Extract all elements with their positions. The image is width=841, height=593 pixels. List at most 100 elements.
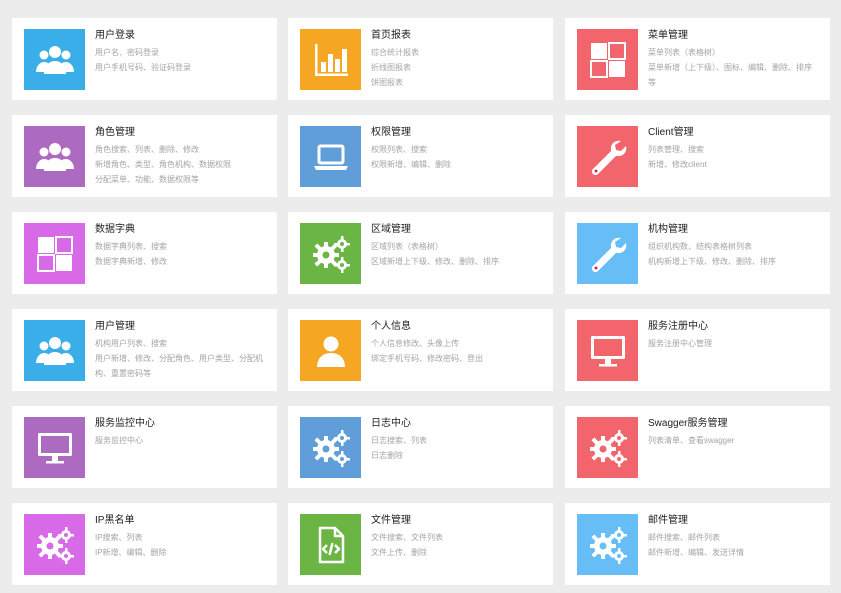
module-card[interactable]: 个人信息个人信息修改、头像上传绑定手机号码、修改密码、登出 bbox=[288, 309, 553, 391]
description-line: 日志搜索、列表 bbox=[371, 436, 427, 445]
description-line: 列表清单、查看swagger bbox=[648, 436, 735, 445]
module-description: 列表管理、搜索 新增、修改client bbox=[648, 142, 818, 172]
description-line: 个人信息修改、头像上传 bbox=[371, 339, 459, 348]
monitor-icon bbox=[577, 320, 638, 381]
module-title: 服务监控中心 bbox=[95, 418, 155, 429]
module-description: 综合统计报表 折线图报表饼图报表 bbox=[371, 45, 541, 90]
gears-icon bbox=[300, 417, 361, 478]
module-title: 数据字典 bbox=[95, 224, 135, 235]
gears-icon bbox=[24, 514, 85, 575]
description-line: IP搜索、列表 bbox=[95, 533, 143, 542]
module-description: 组织机构数、结构表格树列表机构新增上下级、修改、删除、排序 bbox=[648, 239, 818, 269]
description-line: 列表管理、搜索 bbox=[648, 145, 704, 154]
module-card[interactable]: Swagger服务管理 列表清单、查看swagger bbox=[565, 406, 830, 488]
module-card[interactable]: IP黑名单 IP搜索、列表 IP新增、编辑、删除 bbox=[12, 503, 277, 585]
grid-icon bbox=[577, 29, 638, 90]
module-description: 数据字典列表、搜索 数据字典新增、修改 bbox=[95, 239, 265, 269]
module-grid: 用户登录 用户名、密码登录 用户手机号码、验证码登录 首页报表 综合统计报表 折线图报表饼… bbox=[0, 0, 841, 593]
module-description: 服务注册中心管理 bbox=[648, 336, 818, 351]
module-title: 个人信息 bbox=[371, 321, 411, 332]
module-description: 用户名、密码登录用户手机号码、验证码登录 bbox=[95, 45, 265, 75]
module-card[interactable]: 区域管理 区域列表（表格树） 区域新增上下级、修改、删除、排序 bbox=[288, 212, 553, 294]
description-line: 菜单新增（上下级）、图标、编辑、删除、排序等 bbox=[648, 63, 812, 87]
description-line: 新增、修改client bbox=[648, 160, 707, 169]
module-description: IP搜索、列表 IP新增、编辑、删除 bbox=[95, 530, 265, 560]
description-line: 数据字典新增、修改 bbox=[95, 257, 167, 266]
monitor-icon bbox=[24, 417, 85, 478]
module-card[interactable]: 首页报表综合统计报表 折线图报表饼图报表 bbox=[288, 18, 553, 100]
description-line: 邮件新增、编辑、发送详情 bbox=[648, 548, 744, 557]
description-line: 绑定手机号码、修改密码、登出 bbox=[371, 354, 483, 363]
module-description: 邮件搜索、邮件列表邮件新增、编辑、发送详情 bbox=[648, 530, 818, 560]
module-title: 区域管理 bbox=[371, 224, 411, 235]
description-line: 角色搜索、列表、删除、修改 bbox=[95, 145, 199, 154]
description-line: 邮件搜索、邮件列表 bbox=[648, 533, 720, 542]
module-description: 权限列表、搜索权限新增、编辑、删除 bbox=[371, 142, 541, 172]
description-line: 饼图报表 bbox=[371, 78, 403, 87]
laptop-icon bbox=[300, 126, 361, 187]
description-line: 文件上传、删除 bbox=[371, 548, 427, 557]
module-card[interactable]: 文件管理文件搜索、文件列表 文件上传、删除 bbox=[288, 503, 553, 585]
module-title: 首页报表 bbox=[371, 30, 411, 41]
module-title: 角色管理 bbox=[95, 127, 135, 138]
gears-icon bbox=[300, 223, 361, 284]
users-icon bbox=[24, 126, 85, 187]
module-card[interactable]: 菜单管理菜单列表（表格树） 菜单新增（上下级）、图标、编辑、删除、排序等 bbox=[565, 18, 830, 100]
description-line: 服务注册中心管理 bbox=[648, 339, 712, 348]
module-card[interactable]: 角色管理角色搜索、列表、删除、修改 新增角色、类型、角色机构、数据权限 分配菜单、功… bbox=[12, 115, 277, 197]
description-line: 用户名、密码登录 bbox=[95, 48, 159, 57]
module-title: Client管理 bbox=[648, 127, 694, 138]
gears-icon bbox=[577, 514, 638, 575]
description-line: 区域新增上下级、修改、删除、排序 bbox=[371, 257, 499, 266]
module-description: 文件搜索、文件列表 文件上传、删除 bbox=[371, 530, 541, 560]
module-title: 文件管理 bbox=[371, 515, 411, 526]
module-description: 日志搜索、列表 日志删除 bbox=[371, 433, 541, 463]
module-card[interactable]: 日志中心日志搜索、列表 日志删除 bbox=[288, 406, 553, 488]
description-line: 组织机构数、结构表格树列表 bbox=[648, 242, 752, 251]
description-line: IP新增、编辑、删除 bbox=[95, 548, 167, 557]
code-file-icon bbox=[300, 514, 361, 575]
module-card[interactable]: Client管理列表管理、搜索 新增、修改client bbox=[565, 115, 830, 197]
module-title: 服务注册中心 bbox=[648, 321, 708, 332]
module-card[interactable]: 数据字典数据字典列表、搜索 数据字典新增、修改 bbox=[12, 212, 277, 294]
description-line: 日志删除 bbox=[371, 451, 403, 460]
module-card[interactable]: 服务注册中心 服务注册中心管理 bbox=[565, 309, 830, 391]
description-line: 用户手机号码、验证码登录 bbox=[95, 63, 191, 72]
description-line: 服务监控中心 bbox=[95, 436, 143, 445]
module-title: 日志中心 bbox=[371, 418, 411, 429]
module-title: 权限管理 bbox=[371, 127, 411, 138]
module-description: 服务监控中心 bbox=[95, 433, 265, 448]
description-line: 菜单列表（表格树） bbox=[648, 48, 720, 57]
wrench-icon bbox=[577, 126, 638, 187]
module-card[interactable]: 权限管理权限列表、搜索权限新增、编辑、删除 bbox=[288, 115, 553, 197]
grid-icon bbox=[24, 223, 85, 284]
gears-icon bbox=[577, 417, 638, 478]
bar-chart-icon bbox=[300, 29, 361, 90]
description-line: 机构用户列表、搜索 bbox=[95, 339, 167, 348]
description-line: 折线图报表 bbox=[371, 63, 411, 72]
description-line: 机构新增上下级、修改、删除、排序 bbox=[648, 257, 776, 266]
module-title: 用户管理 bbox=[95, 321, 135, 332]
module-title: 机构管理 bbox=[648, 224, 688, 235]
users-icon bbox=[24, 29, 85, 90]
module-title: IP黑名单 bbox=[95, 515, 135, 526]
description-line: 综合统计报表 bbox=[371, 48, 419, 57]
module-title: 菜单管理 bbox=[648, 30, 688, 41]
module-description: 机构用户列表、搜索用户新增、修改、分配角色、用户类型、分配机构、重置密码等 bbox=[95, 336, 265, 381]
module-card[interactable]: 用户登录用户名、密码登录用户手机号码、验证码登录 bbox=[12, 18, 277, 100]
module-card[interactable]: 邮件管理 邮件搜索、邮件列表 邮件新增、编辑、发送详情 bbox=[565, 503, 830, 585]
module-card[interactable]: 用户管理机构用户列表、搜索用户新增、修改、分配角色、用户类型、分配机构、重置密码… bbox=[12, 309, 277, 391]
module-title: 用户登录 bbox=[95, 30, 135, 41]
module-description: 个人信息修改、头像上传绑定手机号码、修改密码、登出 bbox=[371, 336, 541, 366]
user-icon bbox=[300, 320, 361, 381]
description-line: 用户新增、修改、分配角色、用户类型、分配机构、重置密码等 bbox=[95, 354, 263, 378]
module-card[interactable]: 机构管理组织机构数、结构表格树列表机构新增上下级、修改、删除、排序 bbox=[565, 212, 830, 294]
module-card[interactable]: 服务监控中心 服务监控中心 bbox=[12, 406, 277, 488]
description-line: 分配菜单、功能、数据权限等 bbox=[95, 175, 199, 184]
module-description: 角色搜索、列表、删除、修改 新增角色、类型、角色机构、数据权限 分配菜单、功能、数据… bbox=[95, 142, 265, 187]
description-line: 权限新增、编辑、删除 bbox=[371, 160, 451, 169]
wrench-icon bbox=[577, 223, 638, 284]
users-icon bbox=[24, 320, 85, 381]
module-description: 菜单列表（表格树） 菜单新增（上下级）、图标、编辑、删除、排序等 bbox=[648, 45, 818, 90]
description-line: 权限列表、搜索 bbox=[371, 145, 427, 154]
